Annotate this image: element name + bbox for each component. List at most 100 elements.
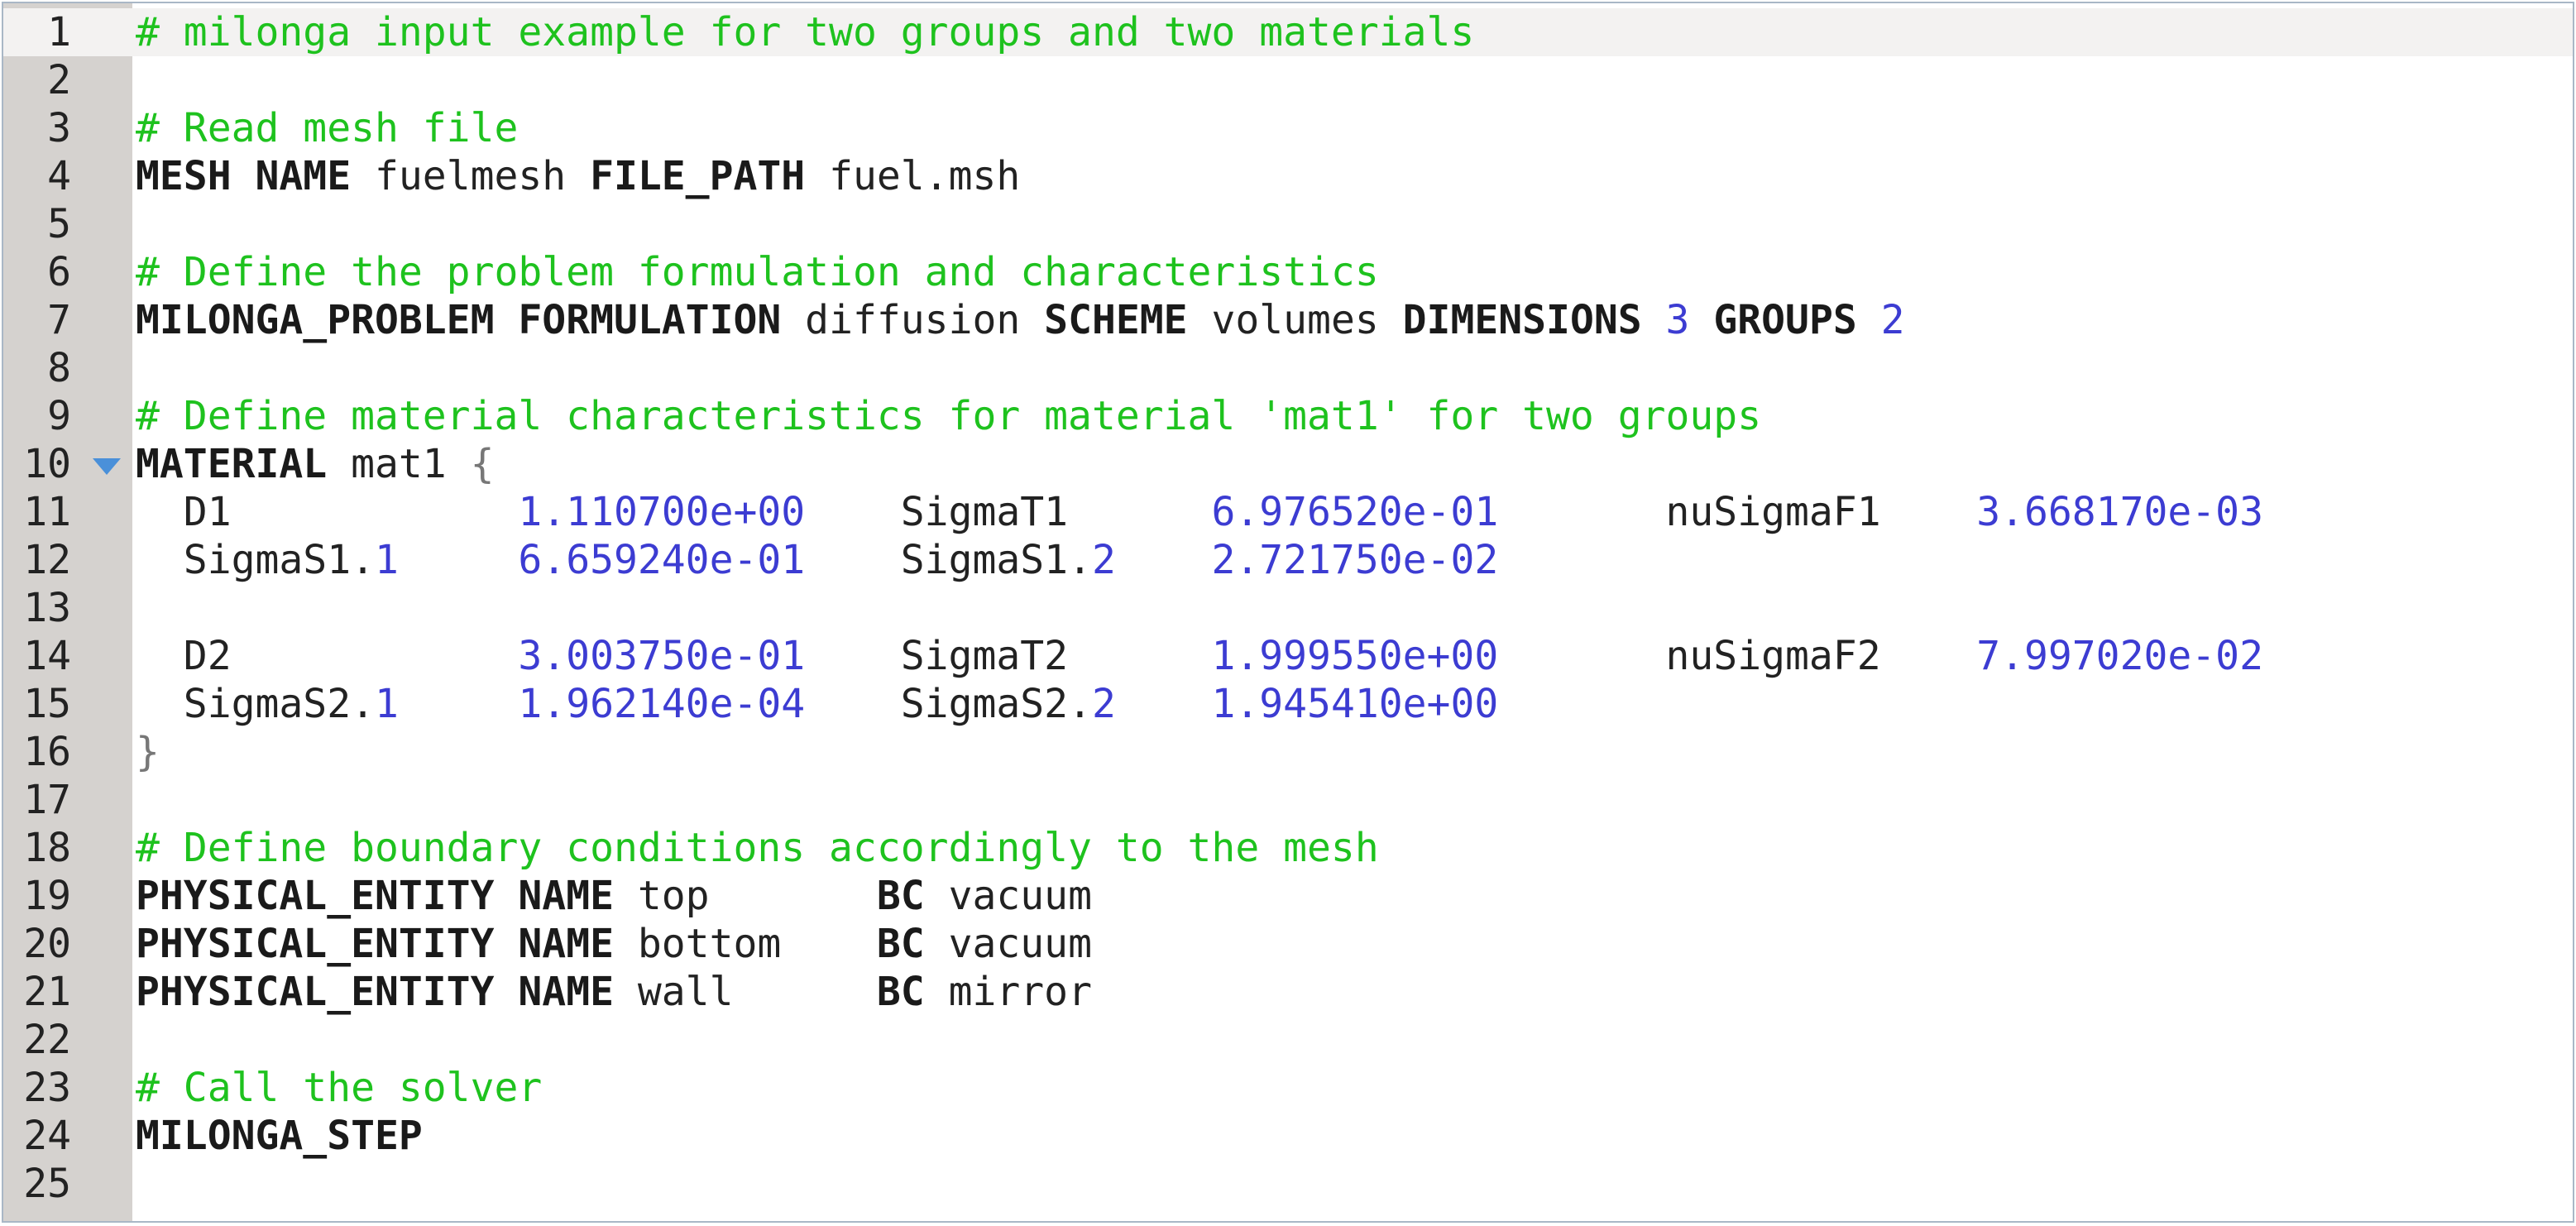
text-token: volumes — [1187, 297, 1403, 343]
code-editor[interactable]: 1 # milonga input example for two groups … — [2, 2, 2574, 1223]
code-line[interactable]: 24 MILONGA_STEP — [3, 1112, 2573, 1160]
line-number: 17 — [23, 777, 71, 823]
code-line[interactable]: 7 MILONGA_PROBLEM FORMULATION diffusion S… — [3, 296, 2573, 344]
code-line-current[interactable]: 1 # milonga input example for two groups … — [3, 8, 2573, 56]
code-text: SigmaS2.1 1.962140e-04 SigmaS2.2 1.94541… — [136, 680, 1498, 728]
code-line[interactable]: 2 — [3, 56, 2573, 104]
code-line[interactable]: 15 SigmaS2.1 1.962140e-04 SigmaS2.2 1.94… — [3, 680, 2573, 728]
keyword-token: DIMENSIONS — [1402, 297, 1642, 343]
code-line[interactable]: 23 # Call the solver — [3, 1064, 2573, 1112]
keyword-token: BC — [876, 873, 925, 919]
number-token: 1.945410e+00 — [1211, 681, 1499, 727]
code-line[interactable]: 22 — [3, 1016, 2573, 1064]
keyword-token: FILE_PATH — [590, 153, 806, 199]
comment-token: # Call the solver — [136, 1065, 543, 1111]
number-token: 7.997020e-02 — [1976, 633, 2263, 679]
number-token: 1 — [374, 681, 399, 727]
code-line[interactable]: 11 D1 1.110700e+00 SigmaT1 6.976520e-01 … — [3, 488, 2573, 536]
line-number: 15 — [23, 681, 71, 727]
fold-toggle-icon[interactable] — [93, 458, 121, 475]
keyword-token: PHYSICAL_ENTITY — [136, 873, 495, 919]
text-token: fuel.msh — [805, 153, 1021, 199]
code-line[interactable]: 3 # Read mesh file — [3, 104, 2573, 152]
code-line[interactable]: 4 MESH NAME fuelmesh FILE_PATH fuel.msh — [3, 152, 2573, 200]
text-token: nuSigmaF1 — [1498, 489, 1977, 535]
keyword-token: NAME — [518, 921, 614, 967]
code-line[interactable]: 18 # Define boundary conditions according… — [3, 824, 2573, 872]
keyword-token: GROUPS — [1713, 297, 1857, 343]
comment-token: # Define the problem formulation and cha… — [136, 249, 1379, 295]
code-line[interactable]: 8 — [3, 344, 2573, 392]
number-token: 2 — [1880, 297, 1905, 343]
line-number: 5 — [47, 201, 71, 247]
code-line[interactable]: 14 D2 3.003750e-01 SigmaT2 1.999550e+00 … — [3, 632, 2573, 680]
keyword-token: BC — [876, 969, 925, 1015]
code-text: # Define boundary conditions accordingly… — [136, 824, 1379, 872]
number-token: 1.110700e+00 — [518, 489, 806, 535]
code-text: } — [136, 728, 160, 776]
number-token: 2 — [1091, 537, 1116, 583]
number-token: 6.659240e-01 — [518, 537, 806, 583]
code-line[interactable]: 9 # Define material characteristics for m… — [3, 392, 2573, 440]
code-line[interactable]: 13 — [3, 584, 2573, 632]
text-token: mirror — [924, 969, 1092, 1015]
line-number: 20 — [23, 921, 71, 967]
line-number: 23 — [23, 1065, 71, 1111]
text-token: SigmaS2. — [136, 681, 375, 727]
code-text: PHYSICAL_ENTITY NAME wall BC mirror — [136, 968, 1092, 1016]
code-line[interactable]: 16} — [3, 728, 2573, 776]
code-line[interactable]: 19 PHYSICAL_ENTITY NAME top BC vacuum — [3, 872, 2573, 920]
code-line[interactable]: 12 SigmaS1.1 6.659240e-01 SigmaS1.2 2.72… — [3, 536, 2573, 584]
code-line[interactable]: 25 — [3, 1160, 2573, 1208]
number-token: 6.976520e-01 — [1211, 489, 1499, 535]
code-text: # Call the solver — [136, 1064, 542, 1112]
code-line[interactable]: 6 # Define the problem formulation and ch… — [3, 248, 2573, 296]
code-line[interactable]: 17 — [3, 776, 2573, 824]
code-lines[interactable]: 1 # milonga input example for two groups … — [3, 8, 2573, 1208]
comment-token: # Define boundary conditions accordingly… — [136, 825, 1379, 871]
number-token: 3.003750e-01 — [518, 633, 806, 679]
line-number: 10 — [23, 441, 71, 487]
code-text: PHYSICAL_ENTITY NAME top BC vacuum — [136, 872, 1092, 920]
keyword-token: PHYSICAL_ENTITY — [136, 921, 495, 967]
text-token: SigmaS1. — [136, 537, 375, 583]
code-text: # Define the problem formulation and cha… — [136, 248, 1379, 296]
text-token: SigmaS1. — [805, 537, 1092, 583]
number-token: 3.668170e-03 — [1976, 489, 2263, 535]
line-number: 8 — [47, 345, 71, 391]
line-number: 13 — [23, 585, 71, 631]
code-line[interactable]: 10 MATERIAL mat1 { — [3, 440, 2573, 488]
number-token: 3 — [1665, 297, 1690, 343]
number-token: 1 — [374, 537, 399, 583]
line-number: 24 — [23, 1113, 71, 1159]
code-line[interactable]: 20 PHYSICAL_ENTITY NAME bottom BC vacuum — [3, 920, 2573, 968]
code-text: PHYSICAL_ENTITY NAME bottom BC vacuum — [136, 920, 1092, 968]
comment-token: # milonga input example for two groups a… — [136, 9, 1475, 55]
text-token: top — [613, 873, 877, 919]
comment-token: # Read mesh file — [136, 105, 519, 151]
line-number: 11 — [23, 489, 71, 535]
line-number: 2 — [47, 57, 71, 103]
code-line[interactable]: 5 — [3, 200, 2573, 248]
code-text: SigmaS1.1 6.659240e-01 SigmaS1.2 2.72175… — [136, 536, 1498, 584]
text-token: bottom — [613, 921, 877, 967]
code-text: MESH NAME fuelmesh FILE_PATH fuel.msh — [136, 152, 1020, 200]
code-line[interactable]: 21 PHYSICAL_ENTITY NAME wall BC mirror — [3, 968, 2573, 1016]
keyword-token: MESH — [136, 153, 232, 199]
number-token: 2 — [1091, 681, 1116, 727]
code-text: # milonga input example for two groups a… — [136, 8, 1474, 56]
code-text: # Define material characteristics for ma… — [136, 392, 1761, 440]
number-token: 2.721750e-02 — [1211, 537, 1499, 583]
text-token: mat1 — [327, 441, 471, 487]
brace-token: { — [470, 441, 495, 487]
line-number: 7 — [47, 297, 71, 343]
comment-token: # Define material characteristics for ma… — [136, 393, 1762, 439]
line-number: 18 — [23, 825, 71, 871]
line-number: 14 — [23, 633, 71, 679]
keyword-token: NAME — [518, 969, 614, 1015]
